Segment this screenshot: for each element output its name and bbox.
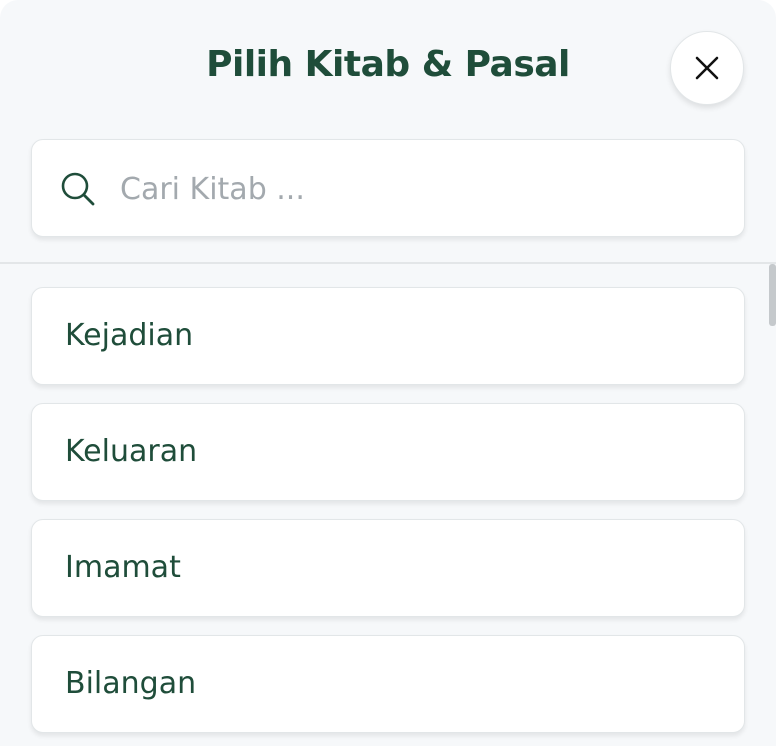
search-icon — [61, 172, 95, 206]
list-item-keluaran[interactable]: Keluaran — [31, 403, 745, 501]
close-button[interactable] — [670, 31, 744, 105]
book-chapter-picker-sheet: Pilih Kitab & Pasal Kejadian Keluaran Im… — [0, 0, 776, 746]
list-item-label: Bilangan — [65, 666, 197, 701]
list-item-kejadian[interactable]: Kejadian — [31, 287, 745, 385]
list-item-label: Imamat — [65, 550, 181, 585]
book-list: Kejadian Keluaran Imamat Bilangan — [31, 287, 745, 746]
picker-header: Pilih Kitab & Pasal — [0, 0, 776, 140]
scrollbar[interactable] — [769, 264, 776, 326]
list-item-bilangan[interactable]: Bilangan — [31, 635, 745, 733]
search-box — [31, 139, 745, 237]
divider — [0, 262, 776, 264]
list-item-label: Keluaran — [65, 434, 198, 469]
close-icon — [695, 56, 719, 80]
list-item-label: Kejadian — [65, 318, 194, 353]
page-title: Pilih Kitab & Pasal — [206, 44, 570, 85]
list-item-imamat[interactable]: Imamat — [31, 519, 745, 617]
search-input[interactable] — [120, 162, 720, 216]
